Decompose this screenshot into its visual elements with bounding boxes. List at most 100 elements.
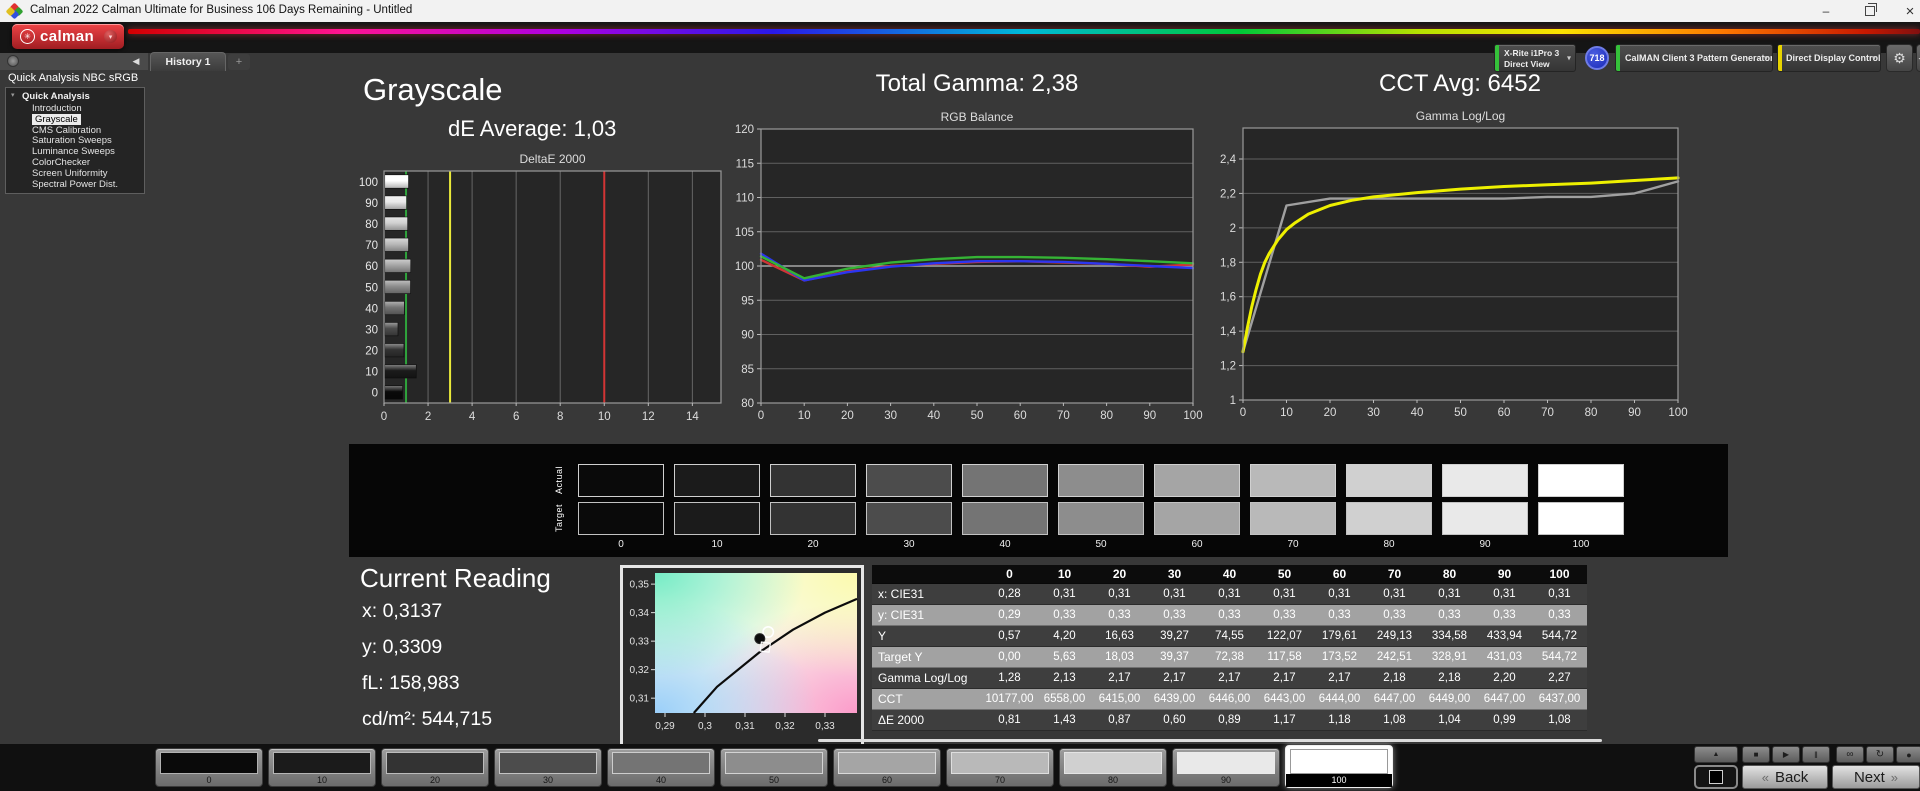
table-cell: 1,08: [1367, 710, 1422, 731]
pattern-window-up-button[interactable]: ▲: [1694, 746, 1738, 763]
display-dropdown-icon[interactable]: ▾: [1872, 54, 1876, 63]
table-cell: 6439,00: [1147, 689, 1202, 710]
table-row-label: Target Y: [872, 647, 982, 668]
reading-y: y: 0,3309: [362, 636, 442, 659]
table-cell: 0,33: [1257, 605, 1312, 626]
table-cell: 0,81: [982, 710, 1037, 731]
tab-history-1[interactable]: History 1: [150, 52, 226, 71]
pattern-button-90[interactable]: 90: [1172, 748, 1280, 787]
table-cell: 39,27: [1147, 626, 1202, 647]
table-col-header: 100: [1532, 565, 1587, 584]
sidebar-item-grayscale[interactable]: Grayscale: [32, 114, 81, 125]
deltae-y-label: 0: [372, 388, 378, 400]
x-tick-label: 90: [1628, 407, 1641, 419]
pattern-button-20[interactable]: 20: [381, 748, 489, 787]
restore-button[interactable]: [1850, 0, 1890, 22]
sidebar-item-colorchecker[interactable]: ColorChecker: [32, 157, 90, 168]
y-tick-label: 80: [741, 398, 754, 410]
sidebar-item-spectral-power-dist-[interactable]: Spectral Power Dist.: [32, 179, 118, 190]
x-tick-label: 40: [927, 410, 940, 419]
sidebar-item-introduction[interactable]: Introduction: [32, 103, 82, 114]
x-tick-label: 100: [1183, 410, 1202, 419]
meter-button[interactable]: X-Rite i1Pro 3 Direct View ▾: [1494, 44, 1576, 72]
deltae-x-tick: 2: [425, 411, 431, 423]
pause-button[interactable]: ‖: [1802, 746, 1830, 763]
generator-dropdown-icon[interactable]: ▾: [1764, 54, 1768, 63]
back-button[interactable]: « Back: [1742, 765, 1828, 789]
sidebar-item-cms-calibration[interactable]: CMS Calibration: [32, 125, 101, 136]
loop-button[interactable]: ∞: [1836, 746, 1864, 763]
record-button[interactable]: ●: [1896, 746, 1920, 763]
x-tick-label: 0: [1240, 407, 1246, 419]
table-col-header: 60: [1312, 565, 1367, 584]
pattern-swatch: [838, 752, 936, 774]
settings-gear-button[interactable]: ⚙: [1886, 44, 1913, 72]
tab-add-button[interactable]: +: [228, 54, 250, 70]
target-swatch-70: [1250, 502, 1336, 535]
next-chevron-icon: »: [1891, 770, 1898, 785]
refresh-button[interactable]: ↻: [1866, 746, 1894, 763]
pattern-window-button[interactable]: [1694, 765, 1738, 789]
pattern-button-80[interactable]: 80: [1059, 748, 1167, 787]
pattern-swatch: [951, 752, 1049, 774]
y-tick-label: 1: [1230, 395, 1236, 407]
x-tick-label: 100: [1668, 407, 1687, 419]
pattern-label: 20: [382, 775, 488, 785]
sidebar-dot-button[interactable]: [7, 55, 19, 67]
back-label: Back: [1775, 769, 1808, 786]
cie-y-tick: 0,34: [630, 608, 650, 619]
pattern-swatch: [160, 752, 258, 774]
calman-logo-button[interactable]: ✳ calman ▾: [12, 24, 124, 49]
table-cell: 544,72: [1532, 647, 1587, 668]
x-tick-label: 10: [1280, 407, 1293, 419]
actual-swatch-10: [674, 464, 760, 497]
swatch-level-label: 90: [1442, 539, 1528, 550]
pattern-button-100[interactable]: 100: [1285, 745, 1393, 788]
x-tick-label: 70: [1057, 410, 1070, 419]
deltae-y-label: 20: [365, 346, 378, 358]
target-swatch-0: [578, 502, 664, 535]
stop-button[interactable]: ■: [1742, 746, 1770, 763]
next-button[interactable]: Next »: [1832, 765, 1920, 789]
table-cell: 39,37: [1147, 647, 1202, 668]
display-control-label: Direct Display Control: [1778, 53, 1881, 63]
tree-expander-icon[interactable]: ▾: [11, 91, 15, 99]
pattern-button-70[interactable]: 70: [946, 748, 1054, 787]
tree-root-label[interactable]: Quick Analysis: [22, 91, 90, 102]
table-cell: 0,31: [1532, 584, 1587, 605]
table-cell: 0,31: [1092, 584, 1147, 605]
table-cell: 0,29: [982, 605, 1037, 626]
panel-collapse-button[interactable]: ◀: [1916, 44, 1920, 72]
sidebar-item-luminance-sweeps[interactable]: Luminance Sweeps: [32, 146, 115, 157]
pattern-label: 30: [495, 775, 601, 785]
table-cell: 0,31: [1202, 584, 1257, 605]
swatch-level-label: 70: [1250, 539, 1336, 550]
table-cell: 1,18: [1312, 710, 1367, 731]
pattern-generator-button[interactable]: CalMAN Client 3 Pattern Generator ▾: [1615, 44, 1773, 72]
pattern-button-0[interactable]: 0: [155, 748, 263, 787]
close-button[interactable]: ×: [1890, 0, 1920, 22]
sidebar-item-saturation-sweeps[interactable]: Saturation Sweeps: [32, 135, 112, 146]
table-cell: 179,61: [1312, 626, 1367, 647]
table-row-label: y: CIE31: [872, 605, 982, 626]
pattern-button-50[interactable]: 50: [720, 748, 828, 787]
table-cell: 6444,00: [1312, 689, 1367, 710]
pattern-button-60[interactable]: 60: [833, 748, 941, 787]
pattern-button-40[interactable]: 40: [607, 748, 715, 787]
play-button[interactable]: ▶: [1772, 746, 1800, 763]
table-cell: 0,60: [1147, 710, 1202, 731]
display-control-button[interactable]: Direct Display Control ▾: [1777, 44, 1881, 72]
table-cell: 2,17: [1257, 668, 1312, 689]
table-row-label: Gamma Log/Log: [872, 668, 982, 689]
sidebar-item-screen-uniformity[interactable]: Screen Uniformity: [32, 168, 108, 179]
meter-dropdown-icon[interactable]: ▾: [1567, 54, 1571, 63]
sidebar-collapse-icon[interactable]: ◀: [128, 54, 144, 69]
y-tick-label: 115: [736, 158, 754, 170]
pattern-button-30[interactable]: 30: [494, 748, 602, 787]
actual-swatch-70: [1250, 464, 1336, 497]
logo-dropdown-icon[interactable]: ▾: [104, 30, 117, 43]
target-swatch-40: [962, 502, 1048, 535]
minimize-button[interactable]: –: [1806, 0, 1846, 22]
pattern-button-10[interactable]: 10: [268, 748, 376, 787]
table-cell: 2,17: [1092, 668, 1147, 689]
